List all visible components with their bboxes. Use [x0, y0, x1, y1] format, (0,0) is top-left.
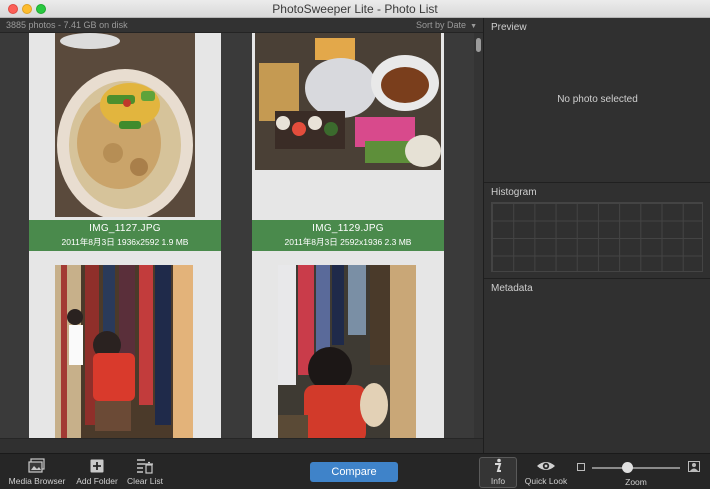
list-trash-icon [137, 459, 153, 474]
preview-title: Preview [491, 22, 527, 33]
horizontal-scrollbar[interactable] [0, 438, 483, 453]
clear-list-button[interactable]: Clear List [124, 458, 166, 486]
histogram-graph [491, 202, 703, 272]
section-divider [484, 182, 710, 183]
chevron-down-icon: ▼ [470, 23, 477, 30]
photo-thumbnail [55, 33, 195, 217]
media-browser-button[interactable]: Media Browser [6, 458, 68, 486]
photo-details: 2011年8月3日 1936x2592 1.9 MB [61, 237, 189, 247]
compare-button[interactable]: Compare [310, 462, 398, 482]
info-button[interactable]: Info [480, 458, 516, 486]
photo-list-panel: 3885 photos - 7.41 GB on disk Sort by Da… [0, 18, 483, 453]
photo-filename: IMG_1127.JPG [89, 223, 161, 234]
inspector-panel: Preview No photo selected Histogram Meta… [483, 18, 710, 453]
vertical-scrollbar-thumb[interactable] [476, 38, 481, 52]
photo-list-infobar: 3885 photos - 7.41 GB on disk Sort by Da… [0, 18, 483, 33]
section-divider [484, 278, 710, 279]
photo-details: 2011年8月3日 2592x1936 2.3 MB [284, 237, 412, 247]
photo-count-label: 3885 photos - 7.41 GB on disk [6, 20, 128, 30]
photo-stack-icon [28, 458, 45, 473]
sort-menu[interactable]: Sort by Date ▼ [416, 20, 477, 30]
sort-label: Sort by Date [416, 20, 467, 30]
histogram-title: Histogram [491, 187, 537, 198]
zoom-slider-knob[interactable] [622, 462, 633, 473]
metadata-title: Metadata [491, 283, 533, 294]
title-bar: PhotoSweeper Lite - Photo List [0, 0, 710, 18]
photo-thumbnail [278, 265, 416, 438]
quick-look-button[interactable]: Quick Look [522, 458, 570, 486]
large-photo-icon [688, 461, 700, 472]
zoom-label: Zoom [625, 477, 647, 487]
photo-thumbnail [55, 265, 193, 438]
info-label: Info [490, 476, 506, 486]
photo-thumbnail [255, 33, 441, 170]
photo-cell[interactable] [252, 262, 444, 438]
quick-look-label: Quick Look [524, 476, 568, 486]
photo-cell[interactable] [29, 262, 221, 438]
photo-caption: IMG_1129.JPG 2011年8月3日 2592x1936 2.3 MB [252, 220, 444, 251]
add-folder-button[interactable]: Add Folder [74, 458, 120, 486]
photo-grid[interactable]: IMG_1127.JPG 2011年8月3日 1936x2592 1.9 MB … [0, 33, 474, 438]
window-title: PhotoSweeper Lite - Photo List [272, 2, 438, 16]
photo-filename: IMG_1129.JPG [312, 223, 384, 234]
no-photo-label: No photo selected [557, 94, 638, 105]
small-photo-icon [577, 463, 585, 471]
add-folder-label: Add Folder [76, 476, 118, 486]
photo-caption: IMG_1127.JPG 2011年8月3日 1936x2592 1.9 MB [29, 220, 221, 251]
vertical-scrollbar-track[interactable] [474, 33, 483, 438]
eye-icon [537, 462, 555, 470]
plus-square-icon [90, 459, 104, 473]
info-icon [495, 458, 502, 472]
clear-list-label: Clear List [127, 476, 163, 486]
zoom-slider-track[interactable] [592, 467, 680, 469]
bottom-toolbar: Media Browser Add Folder Clear List Comp… [0, 453, 710, 489]
media-browser-label: Media Browser [8, 476, 66, 486]
